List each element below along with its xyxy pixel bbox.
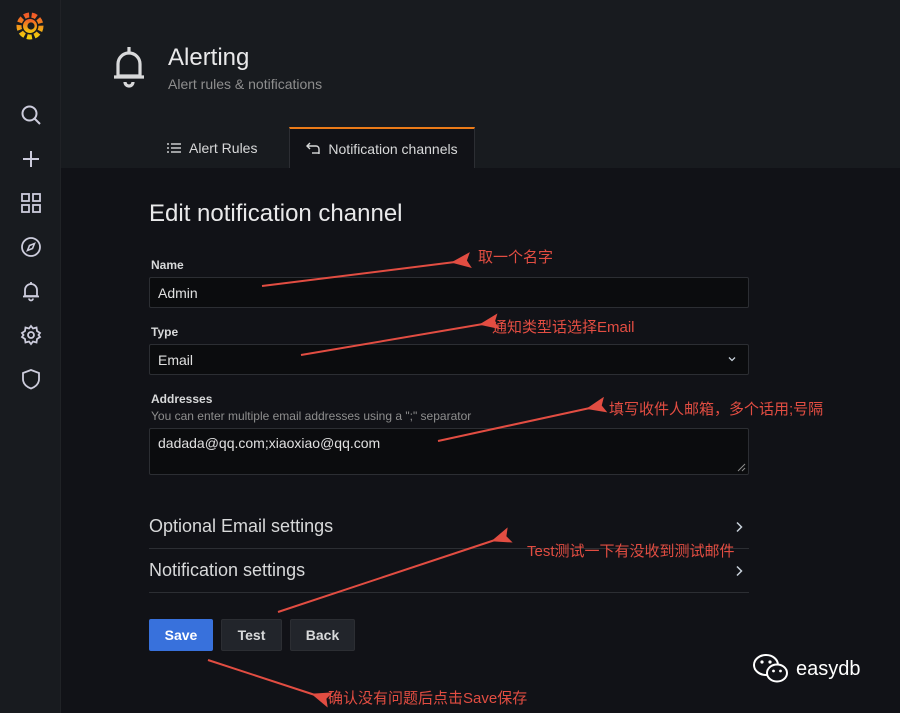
addresses-description: You can enter multiple email addresses u… <box>151 409 472 423</box>
plus-icon[interactable] <box>18 146 44 172</box>
tab-alert-rules-label: Alert Rules <box>189 139 258 156</box>
type-annotation: 通知类型话选择Email <box>492 319 635 336</box>
watermark-text: easydb <box>796 657 861 680</box>
chevron-right-icon <box>736 521 743 533</box>
type-select-value: Email <box>158 352 194 368</box>
bell-icon <box>110 44 148 88</box>
save-button[interactable]: Save <box>149 619 213 651</box>
bell-icon[interactable] <box>18 278 44 304</box>
back-button[interactable]: Back <box>290 619 355 651</box>
tab-alert-rules[interactable]: Alert Rules <box>161 127 263 168</box>
sidebar <box>0 0 61 713</box>
chevron-right-icon <box>736 565 743 577</box>
test-annotation: Test测试一下有没收到测试邮件 <box>527 543 735 560</box>
grafana-logo-icon[interactable] <box>13 8 47 42</box>
addresses-label: Addresses <box>151 392 213 406</box>
resize-grip-icon[interactable] <box>737 463 746 472</box>
search-icon[interactable] <box>18 102 44 128</box>
gear-icon[interactable] <box>18 322 44 348</box>
name-label: Name <box>151 258 184 272</box>
name-input[interactable] <box>149 277 749 308</box>
test-button[interactable]: Test <box>221 619 282 651</box>
list-icon <box>167 142 181 153</box>
page-subtitle: Alert rules & notifications <box>168 76 323 92</box>
page-title: Alerting <box>168 44 250 71</box>
name-annotation: 取一个名字 <box>478 249 554 266</box>
notification-settings-label: Notification settings <box>149 560 306 580</box>
shield-icon[interactable] <box>18 366 44 392</box>
save-annotation-arrow <box>207 659 333 708</box>
addresses-textarea[interactable]: dadada@qq.com;xiaoxiao@qq.com <box>149 428 749 475</box>
channel-icon <box>306 142 321 154</box>
chevron-down-icon <box>728 357 736 362</box>
watermark: easydb <box>752 653 861 685</box>
save-annotation: 确认没有问题后点击Save保存 <box>328 690 528 707</box>
tab-notification-channels[interactable]: Notification channels <box>289 127 475 168</box>
tab-notification-channels-label: Notification channels <box>328 140 458 157</box>
form-title: Edit notification channel <box>149 200 403 227</box>
dashboards-grid-icon[interactable] <box>18 190 44 216</box>
compass-icon[interactable] <box>18 234 44 260</box>
addresses-annotation: 填写收件人邮箱，多个话用;号隔 <box>609 401 824 418</box>
wechat-icon <box>753 654 788 683</box>
optional-email-settings-label: Optional Email settings <box>149 516 334 536</box>
type-select[interactable]: Email <box>149 344 749 375</box>
type-label: Type <box>151 325 179 339</box>
